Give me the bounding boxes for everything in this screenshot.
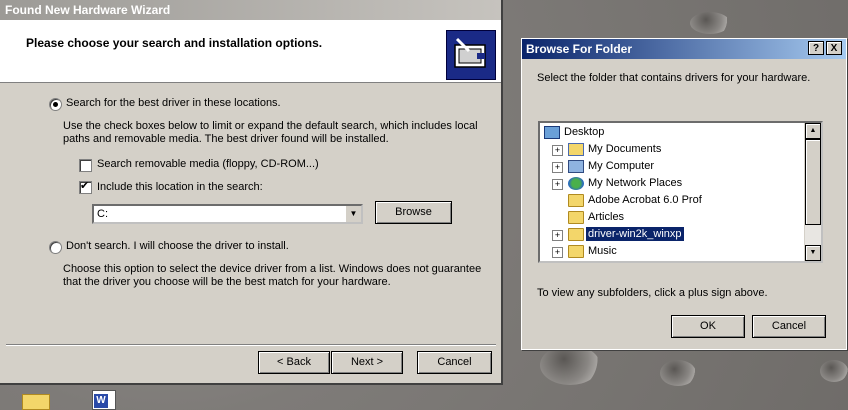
word-document-icon[interactable]: W xyxy=(92,390,122,410)
dont-search-label[interactable]: Don't search. I will choose the driver t… xyxy=(66,240,289,252)
moon-crater xyxy=(690,12,730,34)
location-value: C: xyxy=(97,208,108,220)
moon-crater xyxy=(820,360,848,382)
browse-instruction: Select the folder that contains drivers … xyxy=(537,72,811,84)
network-places-icon xyxy=(568,177,584,190)
my-computer-icon xyxy=(568,160,584,173)
removable-media-checkbox[interactable] xyxy=(79,159,92,172)
tree-item[interactable]: Articles xyxy=(540,209,805,225)
search-option-radio[interactable] xyxy=(49,98,62,111)
tree-item[interactable]: + My Computer xyxy=(540,158,805,174)
wizard-header: Please choose your search and installati… xyxy=(0,20,501,83)
my-documents-icon xyxy=(568,143,584,156)
browse-title-bar[interactable]: Browse For Folder ? X xyxy=(522,39,846,59)
browse-title: Browse For Folder xyxy=(526,42,633,56)
tree-item-label[interactable]: Adobe Acrobat 6.0 Prof xyxy=(586,193,704,207)
moon-crater xyxy=(540,345,600,385)
include-location-checkbox[interactable] xyxy=(79,179,92,194)
desktop-folder-icon[interactable] xyxy=(22,392,52,410)
wizard-heading: Please choose your search and installati… xyxy=(26,36,323,50)
hardware-wizard-icon xyxy=(446,30,496,80)
dont-search-radio[interactable] xyxy=(49,241,62,254)
folder-tree[interactable]: Desktop + My Documents + My Computer + My Netw… xyxy=(538,121,823,263)
include-location-label[interactable]: Include this location in the search: xyxy=(97,181,263,193)
wizard-title[interactable]: Found New Hardware Wizard xyxy=(0,0,501,20)
wizard-separator xyxy=(6,344,496,346)
browse-for-folder-dialog: Browse For Folder ? X Select the folder … xyxy=(521,38,847,350)
expand-plus-icon[interactable]: + xyxy=(552,162,563,173)
location-combobox[interactable]: C: ▼ xyxy=(92,204,363,224)
search-option-description: Use the check boxes below to limit or ex… xyxy=(63,120,478,145)
tree-item[interactable]: + driver-win2k_winxp xyxy=(540,226,805,242)
expand-plus-icon[interactable]: + xyxy=(552,247,563,258)
browse-cancel-button[interactable]: Cancel xyxy=(752,315,826,338)
expand-plus-icon[interactable]: + xyxy=(552,179,563,190)
expand-plus-icon[interactable]: + xyxy=(552,145,563,156)
folder-icon xyxy=(568,194,584,207)
scroll-thumb[interactable] xyxy=(805,139,821,225)
tree-item-label[interactable]: Music xyxy=(586,244,619,258)
desktop-icon xyxy=(544,126,560,139)
removable-media-label[interactable]: Search removable media (floppy, CD-ROM..… xyxy=(97,158,319,170)
browse-hint: To view any subfolders, click a plus sig… xyxy=(537,287,768,299)
dont-search-description: Choose this option to select the device … xyxy=(63,263,482,288)
tree-item-label[interactable]: Articles xyxy=(586,210,626,224)
cancel-button[interactable]: Cancel xyxy=(417,351,492,374)
browse-button[interactable]: Browse xyxy=(375,201,452,224)
ok-button[interactable]: OK xyxy=(671,315,745,338)
folder-icon xyxy=(568,245,584,258)
tree-scrollbar[interactable]: ▲ ▼ xyxy=(804,123,821,261)
back-button[interactable]: < Back xyxy=(258,351,330,374)
tree-item[interactable]: + Music xyxy=(540,243,805,259)
tree-item-label[interactable]: Desktop xyxy=(562,125,606,139)
scroll-up-button[interactable]: ▲ xyxy=(805,123,821,139)
tree-item-label[interactable]: My Computer xyxy=(586,159,656,173)
tree-item[interactable]: Desktop xyxy=(540,124,805,140)
tree-item-label[interactable]: My Network Places xyxy=(586,176,684,190)
tree-item-label[interactable]: My Documents xyxy=(586,142,663,156)
search-option-label[interactable]: Search for the best driver in these loca… xyxy=(66,97,281,109)
tree-item[interactable]: + My Network Places xyxy=(540,175,805,191)
chevron-down-icon[interactable]: ▼ xyxy=(345,206,361,222)
tree-item[interactable]: Adobe Acrobat 6.0 Prof xyxy=(540,192,805,208)
help-button[interactable]: ? xyxy=(808,41,824,55)
tree-item-label[interactable]: driver-win2k_winxp xyxy=(585,226,685,242)
folder-icon xyxy=(568,228,584,241)
next-button[interactable]: Next > xyxy=(331,351,403,374)
hardware-wizard-window: Found New Hardware Wizard Please choose … xyxy=(0,0,503,385)
tree-item[interactable]: + My Documents xyxy=(540,141,805,157)
expand-plus-icon[interactable]: + xyxy=(552,230,563,241)
scroll-down-button[interactable]: ▼ xyxy=(805,245,821,261)
folder-icon xyxy=(568,211,584,224)
wizard-body: Search for the best driver in these loca… xyxy=(0,83,501,343)
moon-crater xyxy=(660,360,696,386)
close-button[interactable]: X xyxy=(826,41,842,55)
